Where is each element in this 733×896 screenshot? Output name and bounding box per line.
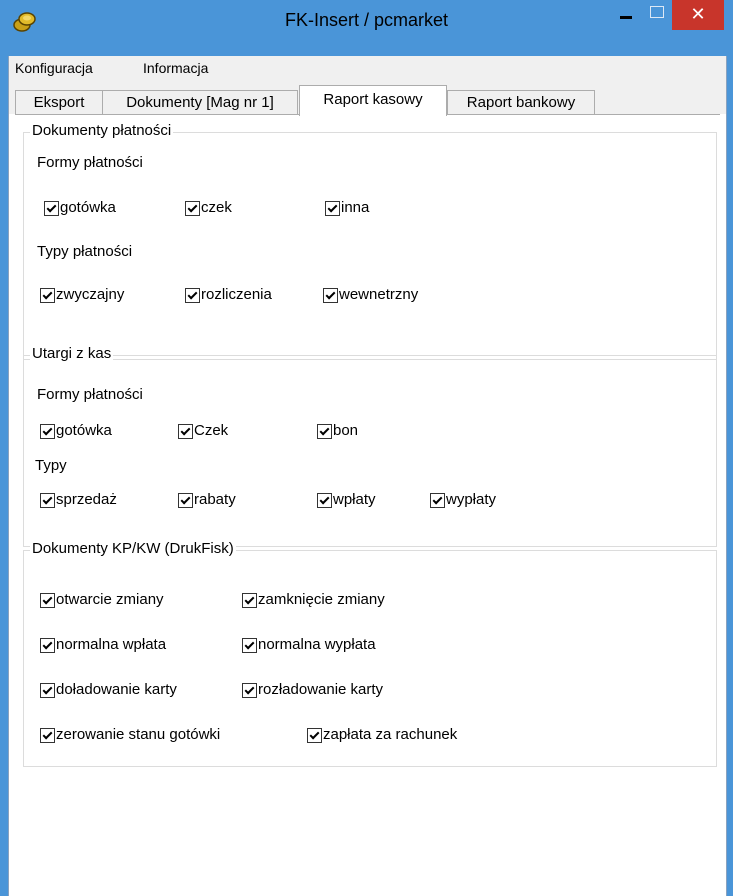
checkbox-check-icon — [185, 288, 200, 303]
checkbox-check-icon — [40, 493, 55, 508]
checkbox-check-icon — [242, 593, 257, 608]
checkbox-check-icon — [40, 424, 55, 439]
checkbox-check-icon — [430, 493, 445, 508]
utargi-typy-label: Typy — [35, 457, 67, 474]
checkbox-check-icon — [317, 493, 332, 508]
maximize-button[interactable] — [642, 0, 672, 30]
tab-dokumenty[interactable]: Dokumenty [Mag nr 1] — [102, 90, 298, 114]
title-bar[interactable]: FK-Insert / pcmarket ✕ — [0, 0, 733, 56]
menu-konfiguracja[interactable]: Konfiguracja — [15, 60, 93, 76]
checkbox-check-icon — [40, 593, 55, 608]
menu-bar: Konfiguracja Informacja — [9, 56, 726, 83]
checkbox-check-icon — [323, 288, 338, 303]
checkbox-check-icon — [307, 728, 322, 743]
utargi-formy-label: Formy płatności — [37, 386, 143, 403]
checkbox-check-icon — [178, 493, 193, 508]
checkbox-check-icon — [40, 638, 55, 653]
tab-strip: Eksport Dokumenty [Mag nr 1] Raport kaso… — [9, 82, 726, 116]
checkbox-check-icon — [317, 424, 332, 439]
checkbox-check-icon — [242, 683, 257, 698]
group-utargi-z-kas: Utargi z kas Formy płatności gotówka Cze… — [23, 345, 717, 547]
group-dokumenty-platnosci: Dokumenty płatności Formy płatności gotó… — [23, 122, 717, 360]
tab-raport-bankowy[interactable]: Raport bankowy — [447, 90, 595, 114]
checkbox-check-icon — [242, 638, 257, 653]
checkbox-check-icon — [178, 424, 193, 439]
checkbox-check-icon — [185, 201, 200, 216]
group-title: Utargi z kas — [30, 345, 114, 362]
tab-raport-kasowy[interactable]: Raport kasowy — [299, 85, 447, 116]
checkbox-check-icon — [40, 728, 55, 743]
group-dokumenty-kpkw: Dokumenty KP/KW (DrukFisk) otwarcie zmia… — [23, 540, 717, 767]
tab-panel-raport-kasowy: Dokumenty płatności Formy płatności gotó… — [9, 115, 726, 896]
close-button[interactable]: ✕ — [672, 0, 724, 30]
checkbox-check-icon — [40, 683, 55, 698]
checkbox-check-icon — [40, 288, 55, 303]
client-area: Konfiguracja Informacja Eksport Dokument… — [8, 56, 727, 896]
group-title: Dokumenty płatności — [30, 122, 174, 139]
menu-informacja[interactable]: Informacja — [143, 60, 208, 76]
checkbox-check-icon — [44, 201, 59, 216]
group-title: Dokumenty KP/KW (DrukFisk) — [30, 540, 236, 557]
typy-platnosci-label: Typy płatności — [37, 243, 133, 260]
tab-eksport[interactable]: Eksport — [15, 90, 103, 114]
formy-platnosci-label: Formy płatności — [37, 154, 143, 171]
checkbox-check-icon — [325, 201, 340, 216]
minimize-button[interactable] — [610, 0, 642, 30]
app-window: FK-Insert / pcmarket ✕ Konfiguracja Info… — [0, 0, 733, 896]
